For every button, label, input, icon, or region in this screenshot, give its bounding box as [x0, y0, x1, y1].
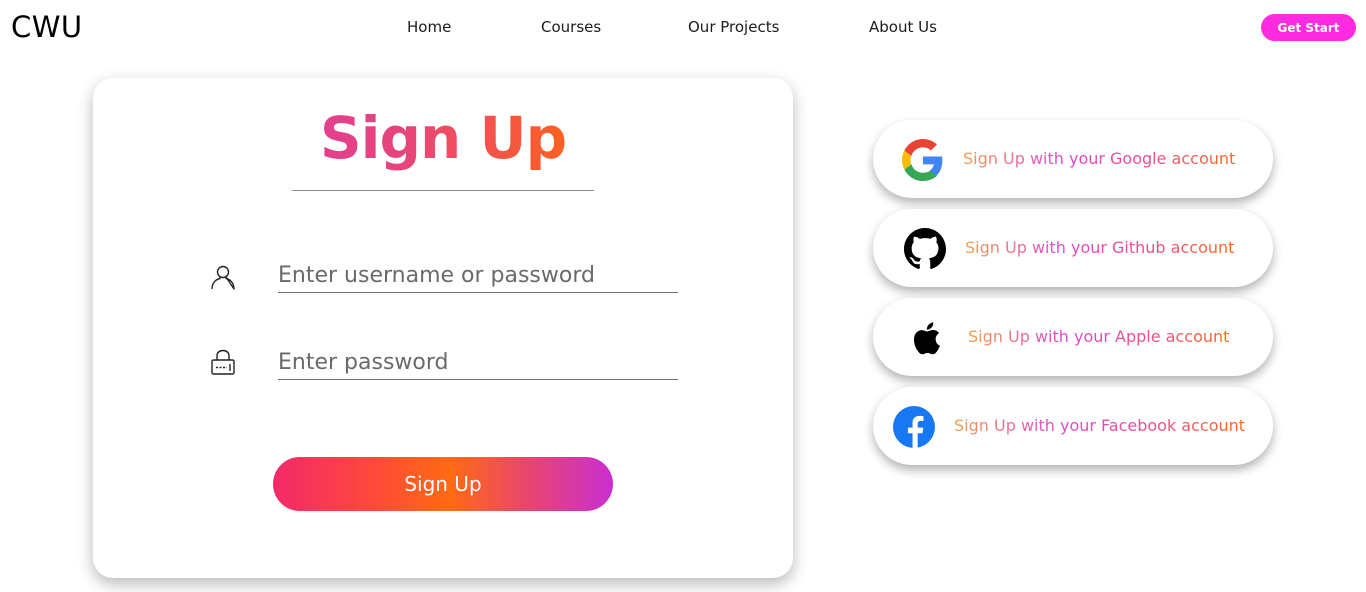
nav-courses[interactable]: Courses	[541, 18, 601, 36]
google-signup-button[interactable]: Sign Up with your Google account	[873, 120, 1273, 198]
password-input[interactable]	[278, 345, 678, 380]
title-divider	[292, 190, 594, 191]
signup-card: Sign Up Sign Up	[93, 78, 793, 578]
nav-our-projects[interactable]: Our Projects	[688, 18, 779, 36]
lock-icon	[211, 349, 235, 375]
nav-about-us[interactable]: About Us	[869, 18, 937, 36]
signup-submit-button[interactable]: Sign Up	[273, 457, 613, 511]
facebook-icon	[893, 406, 935, 448]
apple-signup-button[interactable]: Sign Up with your Apple account	[873, 298, 1273, 376]
page: CWU Home Courses Our Projects About Us G…	[0, 0, 1366, 592]
google-signup-label: Sign Up with your Google account	[963, 149, 1236, 168]
facebook-signup-button[interactable]: Sign Up with your Facebook account	[873, 387, 1273, 465]
apple-signup-label: Sign Up with your Apple account	[968, 327, 1230, 346]
logo[interactable]: CWU	[11, 10, 83, 44]
google-icon	[902, 139, 943, 181]
signup-title: Sign Up	[93, 104, 793, 172]
github-signup-button[interactable]: Sign Up with your Github account	[873, 209, 1273, 287]
username-input[interactable]	[278, 258, 678, 293]
nav-home[interactable]: Home	[407, 18, 451, 36]
facebook-signup-label: Sign Up with your Facebook account	[954, 416, 1246, 435]
github-signup-label: Sign Up with your Github account	[965, 238, 1235, 257]
get-start-button[interactable]: Get Start	[1261, 14, 1356, 41]
user-icon	[211, 265, 235, 290]
github-icon	[904, 228, 946, 269]
apple-icon	[913, 322, 940, 355]
